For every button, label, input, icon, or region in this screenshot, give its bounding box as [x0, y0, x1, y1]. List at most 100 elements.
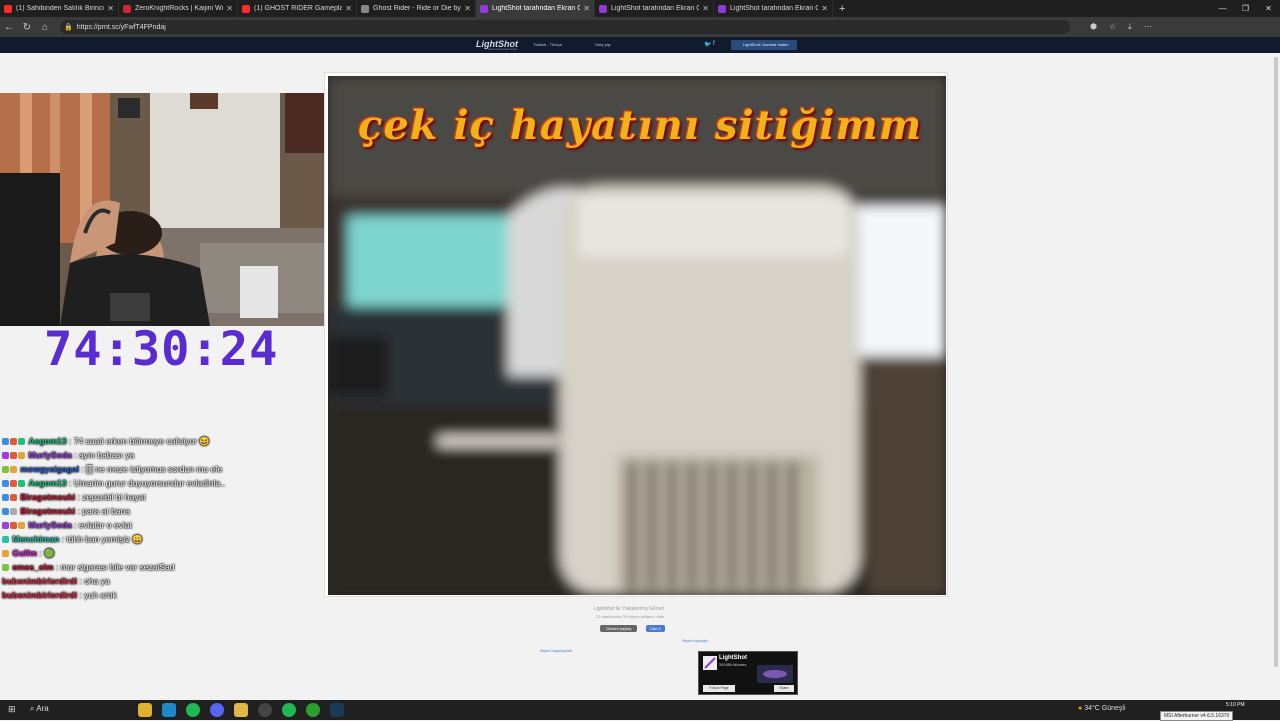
twitter-icon[interactable]: 🐦 [704, 41, 711, 48]
browser-tab[interactable]: (1) Sahibinden Satılık Birinci El Ot✕ [0, 0, 119, 17]
close-icon[interactable]: ✕ [345, 4, 352, 13]
spotify-icon[interactable] [186, 703, 200, 717]
settings-icon[interactable]: ⋯ [1144, 22, 1152, 32]
close-icon[interactable]: ✕ [464, 4, 471, 13]
chat-username: bubenimbirlerdirdi [2, 590, 78, 600]
tab-favicon-icon [123, 4, 131, 13]
discord-icon[interactable] [210, 703, 224, 717]
lightshot-logo-icon [703, 656, 717, 670]
facebook-icon[interactable]: f [713, 41, 715, 47]
browser-tab[interactable]: LightShot tarafından Ekran Görün✕ [714, 0, 833, 17]
back-icon[interactable]: ← [0, 22, 18, 33]
screenshot-photo [328, 76, 946, 595]
chat-text: : evlattır o evlat [74, 520, 132, 530]
chat-message: bubenimbirlerdirdi : yuh artık [2, 588, 252, 602]
taskbar-clock[interactable]: 5:10 PM [1226, 702, 1245, 708]
login-link[interactable]: Giriş yap [595, 42, 611, 47]
facebook-page-widget[interactable]: LightShot 393,856 followers Follow Page … [698, 651, 798, 695]
maximize-button[interactable]: ❐ [1234, 0, 1257, 17]
obs-icon[interactable] [258, 703, 272, 717]
reload-icon[interactable]: ↻ [18, 22, 36, 33]
webcam-feed [0, 93, 339, 326]
chat-text: : aynı babası ya [74, 450, 135, 460]
site-header: LightShot ekran görüntüsü aracı Türkish … [0, 37, 1280, 53]
browser-tab-active[interactable]: LightShot tarafından Ekran Görün✕ [476, 0, 595, 17]
webcam-image [0, 93, 339, 326]
minimize-button[interactable]: — [1211, 0, 1234, 17]
facebook-like-button[interactable]: Like 0 [646, 625, 665, 632]
close-window-button[interactable]: ✕ [1257, 0, 1280, 17]
close-icon[interactable]: ✕ [821, 4, 828, 13]
badge-icon [10, 480, 17, 487]
file-explorer-icon[interactable] [234, 703, 248, 717]
tab-favicon-icon [480, 4, 488, 13]
share-widget-button[interactable]: Share [774, 685, 794, 692]
download-icon[interactable]: ⤓ [1128, 22, 1132, 32]
copilot-icon[interactable] [138, 703, 152, 717]
scrollbar-thumb[interactable] [1274, 57, 1278, 667]
address-url: https://prnt.sc/yFwfT4FPndaj [76, 23, 166, 31]
chat-username: Gulfm [12, 548, 37, 558]
taskbar-apps [138, 703, 344, 717]
download-lightshot-button[interactable]: LightShot'ı ücretsiz indirin [731, 40, 797, 50]
address-bar[interactable]: 🔒 https://prnt.sc/yFwfT4FPndaj [60, 20, 1070, 34]
chat-message: Biragotmouki : para at bana [2, 504, 252, 518]
steam-icon[interactable] [330, 703, 344, 717]
follow-page-button[interactable]: Follow Page [703, 685, 735, 692]
close-icon[interactable]: ✕ [226, 4, 233, 13]
chat-username: mowgyaigagal [20, 464, 79, 474]
weather-widget[interactable]: ● 34°C Güneşli [1078, 705, 1126, 712]
report-link[interactable]: Report inappropriate [540, 649, 572, 653]
chat-text: : 74 saati erken bitirmeye calisiyor 😆 [69, 436, 210, 446]
badge-icon [2, 494, 9, 501]
extension-icon[interactable]: ⬢ [1090, 22, 1097, 32]
new-tab-button[interactable]: + [839, 3, 845, 15]
home-icon[interactable]: ⌂ [36, 22, 54, 33]
chat-username: Aegom13 [28, 436, 67, 446]
widget-cover-image [757, 665, 793, 683]
chat-text: : mor sigarası bile var sezaiSad [55, 562, 175, 572]
chat-text: : tühh ban yemişiz 😄 [61, 534, 143, 544]
badge-icon [10, 508, 17, 515]
browser-tab[interactable]: LightShot tarafından Ekran Görün✕ [595, 0, 714, 17]
favorites-icon[interactable]: ☆ [1109, 22, 1116, 32]
chat-username: bubenimbirlerdirdi [2, 576, 78, 586]
screenshot-image[interactable]: çek iç hayatını sitiğimm [328, 76, 946, 595]
screenshot-caption: çek iç hayatını sitiğimm [358, 102, 923, 149]
xbox-icon[interactable] [306, 703, 320, 717]
close-icon[interactable]: ✕ [107, 4, 114, 13]
windows-start-icon[interactable]: ⊞ [8, 704, 16, 715]
sun-icon: ● [1078, 705, 1083, 712]
badge-icon [2, 466, 9, 473]
badge-icon [10, 494, 17, 501]
language-link[interactable]: Türkish - Türkçe [533, 42, 562, 47]
chat-text: : zepzebil bi hayat [77, 492, 146, 502]
report-copyright-link[interactable]: Report copyright [682, 639, 708, 643]
chat-message: Aegom13 : 74 saati erken bitirmeye calis… [2, 434, 252, 448]
chat-username: Aegom13 [28, 478, 67, 488]
badge-icon [2, 550, 9, 557]
weather-text: 34°C Güneşli [1084, 705, 1126, 712]
chat-overlay: Aegom13 : 74 saati erken bitirmeye calis… [2, 434, 252, 602]
badge-icon [18, 438, 25, 445]
taskbar-search[interactable]: ⌕ Ara [30, 704, 49, 714]
browser-tab[interactable]: (1) GHOST RIDER Gameplay Walk✕ [238, 0, 357, 17]
spotify-alt-icon[interactable] [282, 703, 296, 717]
close-icon[interactable]: ✕ [583, 4, 590, 13]
badge-icon [2, 438, 9, 445]
badge-icon [10, 522, 17, 529]
share-image-button[interactable]: Görseli paylaş [600, 625, 638, 632]
page-scrollbar[interactable] [1272, 53, 1280, 700]
browser-tab[interactable]: Ghost Rider - Ride or Die by Mag✕ [357, 0, 476, 17]
chat-message: MurlySoda : evlattır o evlat [2, 518, 252, 532]
badge-icon [18, 452, 25, 459]
logo-subtitle: ekran görüntüsü aracı [488, 47, 518, 51]
close-icon[interactable]: ✕ [702, 4, 709, 13]
chat-username: Biragotmouki [20, 506, 76, 516]
chat-text: : 🀫 ne meze istiyomus sordun mu efe [81, 464, 223, 474]
lock-icon: 🔒 [64, 24, 73, 31]
browser-tab[interactable]: ZeroKnightRocks | Kaijini Wiki | Fa✕ [119, 0, 238, 17]
tab-favicon-icon [242, 4, 250, 13]
edge-icon[interactable] [162, 703, 176, 717]
share-title: Lightshot ile Yakalanmış Görsel [594, 606, 664, 612]
